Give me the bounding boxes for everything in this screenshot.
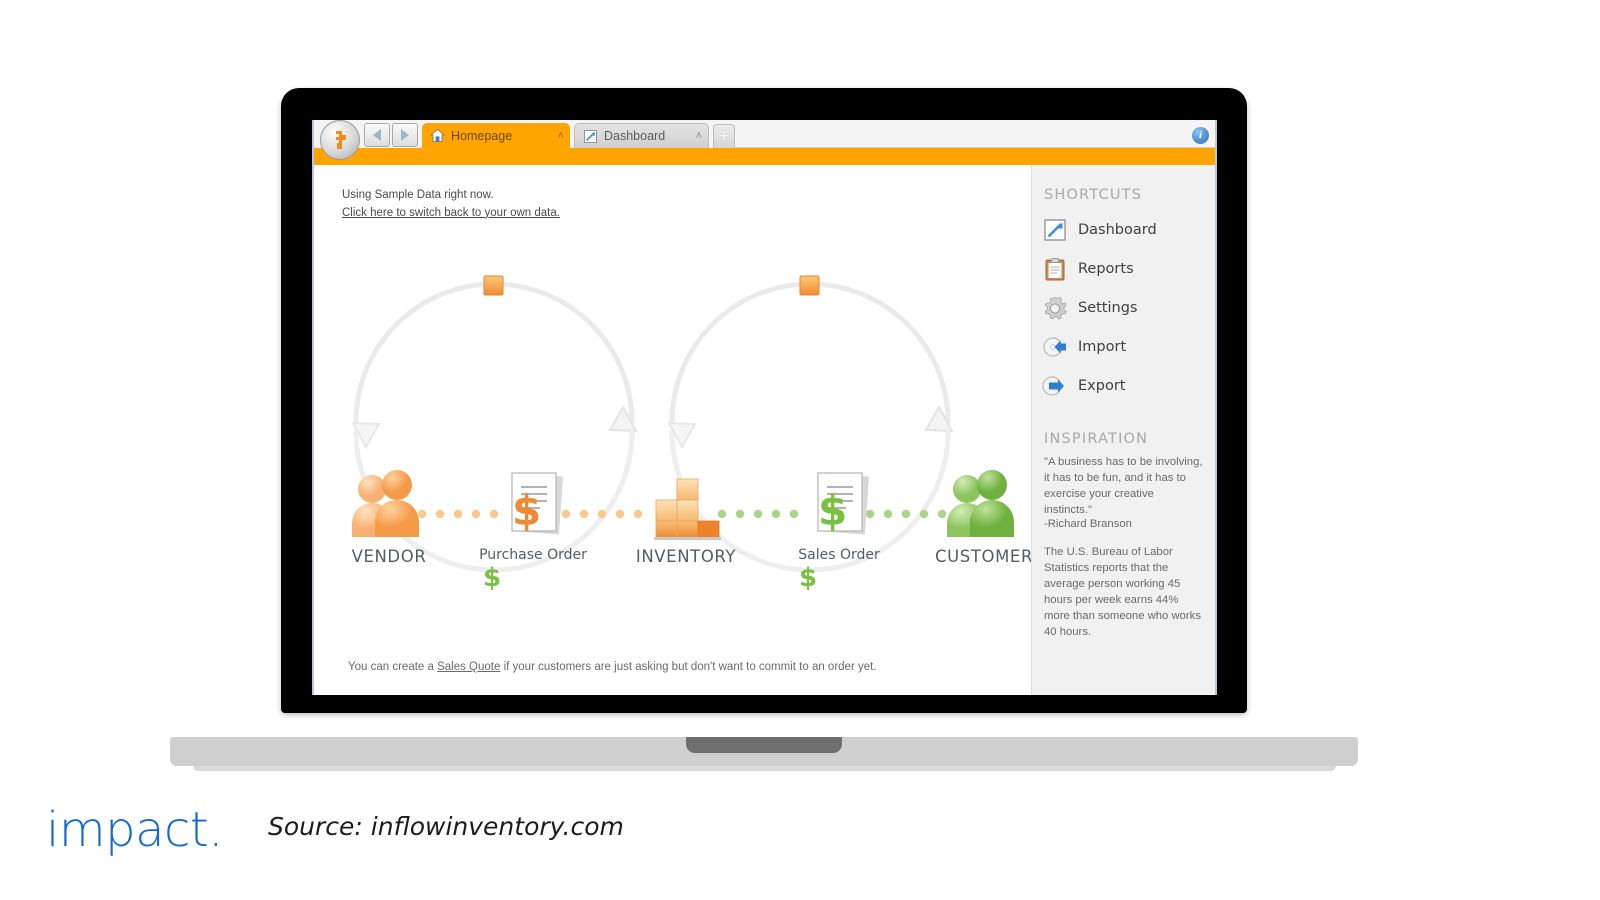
inflow-logo-icon: [329, 129, 351, 151]
sidebar-item-label: Export: [1078, 377, 1126, 394]
note-text-after: if your customers are just asking but do…: [500, 661, 877, 673]
sales-quote-link[interactable]: Sales Quote: [437, 661, 500, 673]
people-green-icon: [909, 467, 1031, 543]
tab-dashboard[interactable]: Dashboard ˄: [574, 123, 709, 148]
tab-close-icon[interactable]: ˄: [692, 130, 702, 142]
dashboard-icon: [583, 129, 598, 144]
node-label: Purchase Order: [479, 547, 587, 563]
document-dollar-green-icon: $: [764, 467, 914, 543]
workflow-node-vendor[interactable]: VENDOR: [314, 467, 464, 566]
clipboard-icon: [1042, 256, 1068, 282]
workflow-arcs: [351, 275, 954, 573]
chart-arrow-icon: [1042, 217, 1068, 243]
tab-strip-filler: i: [735, 123, 1215, 148]
sidebar-item-export[interactable]: Export: [1042, 366, 1215, 405]
nav-forward-button[interactable]: [392, 123, 418, 147]
inspiration-block: "A business has to be involving, it has …: [1042, 454, 1215, 640]
people-orange-icon: [314, 467, 464, 543]
help-icon[interactable]: i: [1192, 126, 1209, 144]
header-accent-band: [314, 148, 1215, 165]
sidebar-item-settings[interactable]: Settings: [1042, 288, 1215, 327]
sidebar-item-import[interactable]: Import: [1042, 327, 1215, 366]
homepage-content: Using Sample Data right now. Click here …: [314, 165, 1031, 695]
tab-label: Dashboard: [604, 129, 666, 143]
arc-marker-orange-square-left: [483, 275, 504, 296]
laptop-base-notch: [686, 737, 842, 753]
sidebar-item-reports[interactable]: Reports: [1042, 249, 1215, 288]
sidebar-item-label: Dashboard: [1078, 221, 1157, 238]
shortcuts-list: Dashboard Reports Settings Import Export: [1042, 210, 1215, 405]
arc-marker-green-dollar-right: $: [799, 563, 818, 593]
app-body: Using Sample Data right now. Click here …: [314, 165, 1215, 695]
svg-text:$: $: [512, 486, 541, 535]
app-logo-button[interactable]: [320, 120, 360, 160]
arc-vendor-to-inventory: [353, 281, 638, 433]
node-label: CUSTOMER: [934, 547, 1031, 566]
node-label: INVENTORY: [635, 547, 737, 566]
sales-quote-note: You can create a Sales Quote if your cus…: [348, 661, 877, 673]
export-disc-icon: [1042, 373, 1068, 399]
sample-data-text: Using Sample Data right now.: [342, 189, 494, 201]
source-caption: Source: inflowinventory.com: [268, 812, 624, 841]
sidebar-item-label: Settings: [1078, 299, 1138, 316]
shortcuts-sidebar: SHORTCUTS Dashboard Reports Settings Imp…: [1031, 165, 1215, 695]
chevron-right-icon: [401, 129, 409, 141]
chevron-left-icon: [373, 129, 381, 141]
workflow-node-inventory[interactable]: INVENTORY: [611, 467, 761, 566]
laptop-mockup: Homepage ˄ Dashboard ˄ + i Using Sample …: [0, 0, 1600, 790]
new-tab-button[interactable]: +: [713, 124, 735, 148]
arc-marker-green-dollar-left: $: [483, 563, 502, 593]
laptop-base-shadow: [193, 766, 1336, 771]
node-label: VENDOR: [351, 547, 427, 566]
svg-text:$: $: [818, 486, 847, 535]
home-icon: [429, 128, 446, 143]
application-screen: Homepage ˄ Dashboard ˄ + i Using Sample …: [312, 120, 1217, 695]
tab-homepage[interactable]: Homepage ˄: [422, 123, 570, 148]
import-disc-icon: [1042, 334, 1068, 360]
node-label: Sales Order: [798, 547, 880, 563]
workflow-node-sales-order[interactable]: $ Sales Order: [764, 467, 914, 563]
tab-label: Homepage: [451, 128, 513, 143]
tab-close-icon[interactable]: ˄: [554, 130, 564, 142]
sidebar-item-dashboard[interactable]: Dashboard: [1042, 210, 1215, 249]
workflow-diagram: $ $ VENDOR $ Purchase Order INVENTORY $ …: [314, 217, 1031, 637]
workflow-node-purchase-order[interactable]: $ Purchase Order: [458, 467, 608, 563]
boxes-orange-icon: [611, 467, 761, 543]
document-dollar-orange-icon: $: [458, 467, 608, 543]
inspiration-heading: INSPIRATION: [1044, 431, 1149, 447]
gear-icon: [1042, 295, 1068, 321]
browser-tab-strip: Homepage ˄ Dashboard ˄ + i: [314, 120, 1215, 160]
nav-back-button[interactable]: [364, 123, 390, 147]
sidebar-item-label: Import: [1078, 338, 1127, 355]
inspiration-quote: "A business has to be involving, it has …: [1044, 456, 1203, 517]
shortcuts-heading: SHORTCUTS: [1044, 187, 1143, 203]
arc-marker-orange-square-right: [799, 275, 820, 296]
workflow-node-customer[interactable]: CUSTOMER: [909, 467, 1031, 566]
note-text-before: You can create a: [348, 661, 438, 673]
inspiration-fact: The U.S. Bureau of Labor Statistics repo…: [1044, 546, 1201, 639]
impact-brand-logo: impact.: [46, 802, 223, 858]
inspiration-attribution: -Richard Branson: [1044, 518, 1132, 531]
arc-inventory-to-customer: [669, 281, 954, 433]
sidebar-item-label: Reports: [1078, 260, 1134, 277]
